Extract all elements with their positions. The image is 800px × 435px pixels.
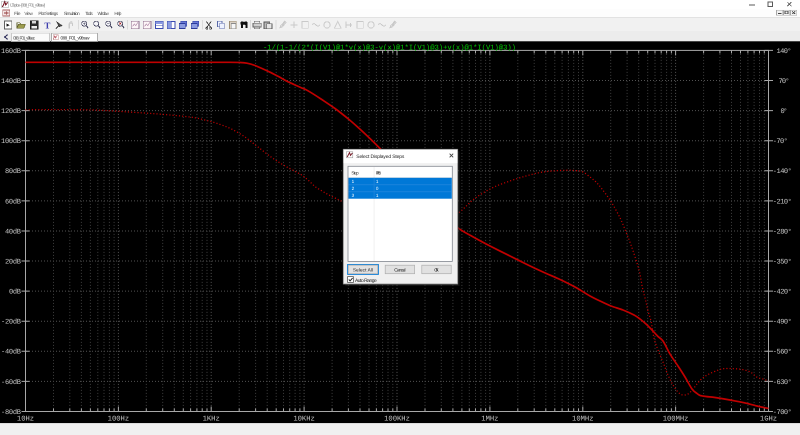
- svg-text:1: 1: [376, 179, 379, 184]
- svg-text:0°: 0°: [781, 108, 788, 116]
- svg-text:60dB: 60dB: [5, 197, 21, 206]
- svg-text:Tools: Tools: [85, 11, 93, 16]
- svg-text:Help: Help: [114, 11, 121, 16]
- svg-text:Step: Step: [351, 170, 359, 175]
- svg-text:-20dB: -20dB: [1, 318, 21, 327]
- svg-text:-60dB: -60dB: [1, 378, 21, 387]
- svg-text:PRB: PRB: [376, 170, 382, 175]
- svg-text:100KHz: 100KHz: [384, 416, 410, 424]
- svg-text:1MHz: 1MHz: [481, 416, 498, 424]
- svg-text:View: View: [24, 11, 33, 16]
- svg-text:80dB: 80dB: [5, 167, 21, 176]
- svg-text:0dB: 0dB: [9, 288, 21, 297]
- svg-text:-210°: -210°: [773, 198, 792, 206]
- svg-text:Auto Range: Auto Range: [355, 278, 377, 284]
- svg-text:1: 1: [352, 179, 355, 184]
- svg-text:100dB: 100dB: [1, 137, 21, 146]
- svg-text:0: 0: [376, 186, 379, 191]
- svg-text:120dB: 120dB: [1, 107, 21, 116]
- svg-text:160dB: 160dB: [1, 47, 21, 56]
- svg-text:20dB: 20dB: [5, 257, 21, 266]
- svg-text:-560°: -560°: [773, 349, 792, 357]
- svg-text:Plot Settings: Plot Settings: [38, 11, 58, 16]
- svg-text:10MHz: 10MHz: [572, 416, 594, 424]
- svg-text:-630°: -630°: [773, 379, 792, 387]
- svg-text:088_F01_v9f.asc: 088_F01_v9f.asc: [13, 35, 36, 40]
- svg-text:-280°: -280°: [773, 228, 792, 236]
- svg-text:-490°: -490°: [773, 319, 792, 327]
- svg-text:1: 1: [376, 193, 379, 198]
- svg-text:1KHz: 1KHz: [203, 416, 220, 424]
- svg-text:File: File: [14, 11, 21, 16]
- svg-text:100MHz: 100MHz: [663, 416, 689, 424]
- svg-text:70°: 70°: [779, 78, 790, 86]
- svg-text:Select All: Select All: [353, 267, 373, 272]
- svg-text:10KHz: 10KHz: [293, 416, 315, 424]
- svg-text:140dB: 140dB: [1, 77, 21, 86]
- svg-text:-350°: -350°: [773, 258, 792, 266]
- svg-text:LTspice - [088_F01_v9f.raw]: LTspice - [088_F01_v9f.raw]: [10, 2, 45, 7]
- svg-text:40dB: 40dB: [5, 227, 21, 236]
- svg-text:-70°: -70°: [773, 138, 788, 146]
- svg-text:140°: 140°: [777, 48, 792, 56]
- svg-text:-420°: -420°: [773, 289, 792, 297]
- svg-text:2: 2: [352, 186, 355, 191]
- svg-text:-40dB: -40dB: [1, 348, 21, 357]
- svg-text:Cancel: Cancel: [394, 267, 405, 272]
- svg-text:Simulation: Simulation: [64, 11, 80, 16]
- svg-text:3: 3: [352, 193, 355, 198]
- svg-text:-140°: -140°: [773, 168, 792, 176]
- svg-text:1GHz: 1GHz: [760, 416, 777, 424]
- svg-text:10Hz: 10Hz: [17, 416, 34, 424]
- svg-text:Select Displayed Steps: Select Displayed Steps: [356, 154, 405, 160]
- svg-text:100Hz: 100Hz: [108, 416, 129, 424]
- svg-text:T: T: [44, 20, 50, 30]
- svg-text:Window: Window: [98, 11, 110, 16]
- svg-text:-1/(1-1/(2*(I(V1)@1*v(x)@3-v(x: -1/(1-1/(2*(I(V1)@1*v(x)@3-v(x)@1*I(V1)@…: [263, 44, 516, 53]
- svg-text:088_F01_v9f.raw: 088_F01_v9f.raw: [61, 36, 91, 41]
